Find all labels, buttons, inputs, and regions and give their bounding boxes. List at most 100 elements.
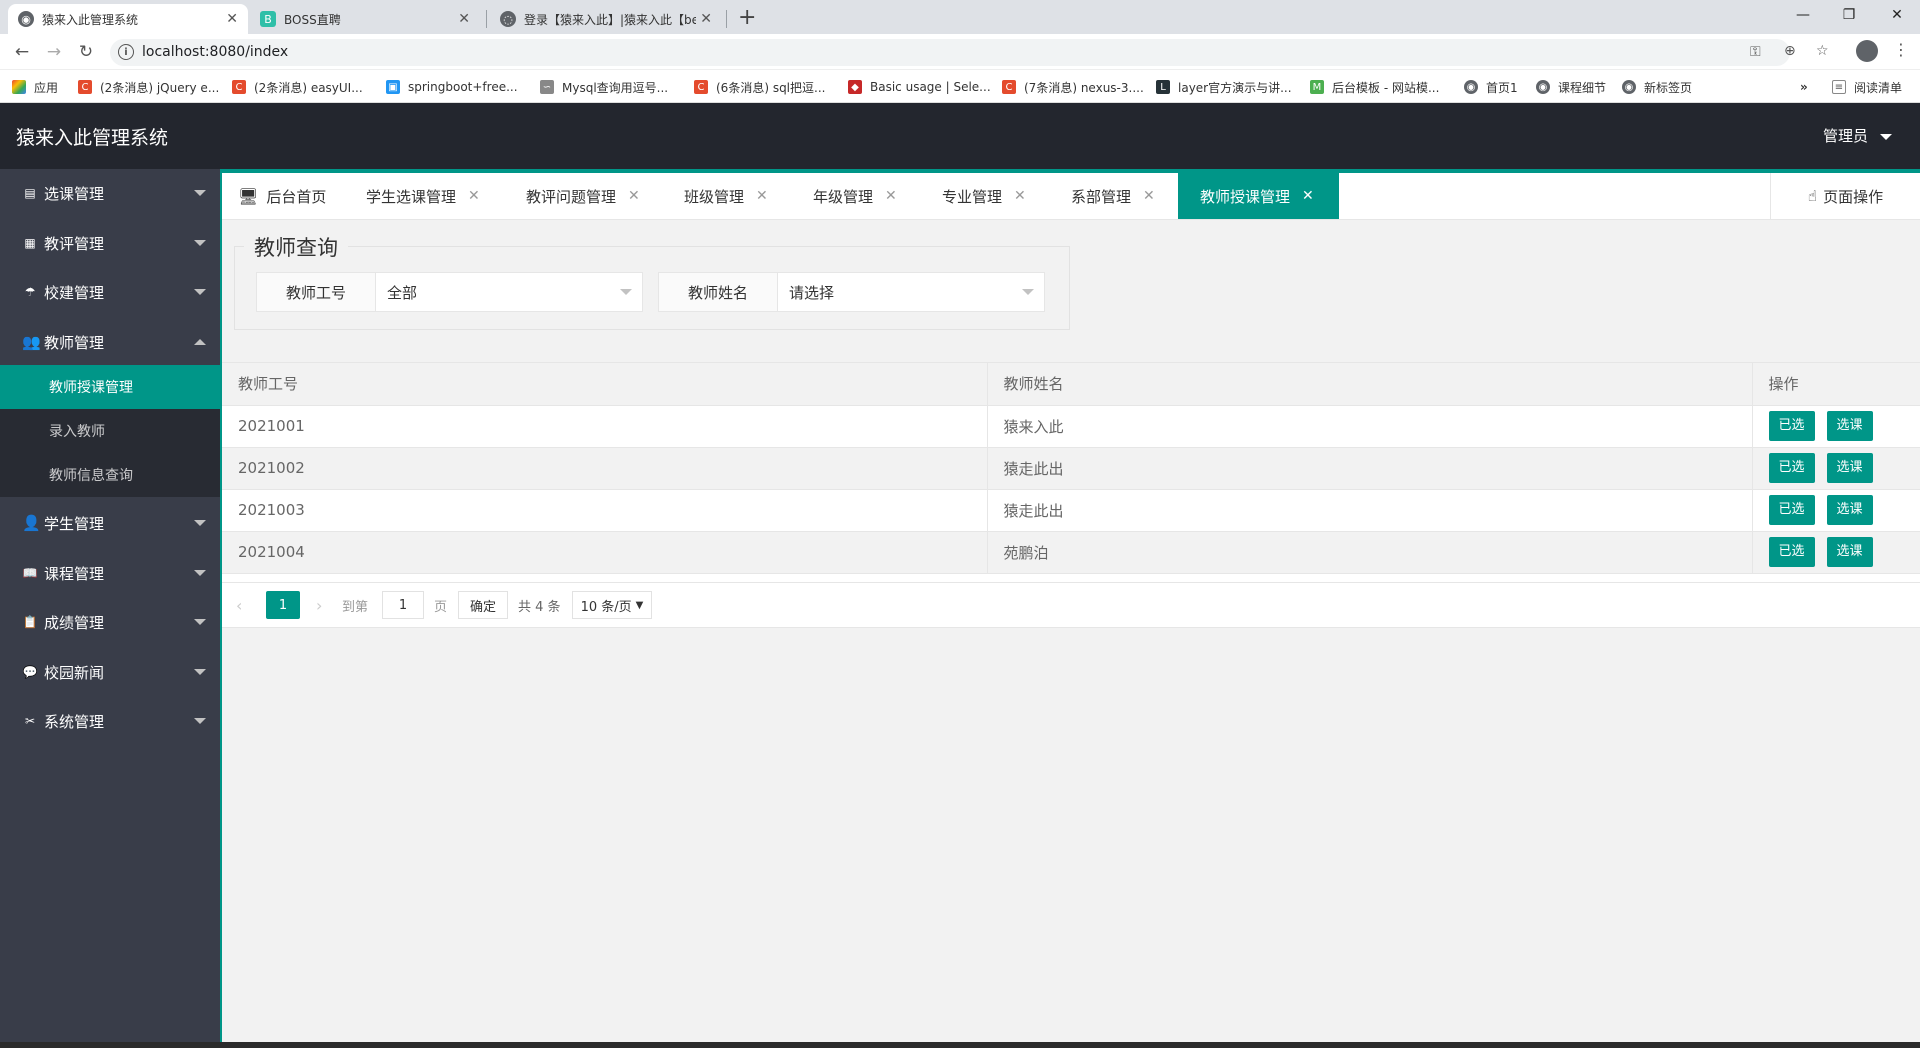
omnibox[interactable]: i localhost:8080/index ⚿ ⊕ xyxy=(110,39,1790,66)
bookmark-item[interactable]: C (2条消息) jQuery e... xyxy=(78,78,219,96)
url-text[interactable]: localhost:8080/index xyxy=(142,44,288,60)
mouse-icon: ◌ xyxy=(500,11,516,27)
selected-button[interactable]: 已选 xyxy=(1768,495,1815,525)
more-bookmarks-icon[interactable]: » xyxy=(1800,78,1808,96)
bookmark-item[interactable]: ◆ Basic usage | Sele... xyxy=(848,78,991,96)
browser-tab-strip: ◉ 猿来入此管理系统 ✕ B BOSS直聘 ✕ ◌ 登录【猿来入此】|猿来入此【… xyxy=(0,0,1920,34)
tab-label: 学生选课管理 xyxy=(366,187,457,206)
bookmark-item[interactable]: ◉ 新标签页 xyxy=(1622,78,1692,96)
cell-teacher-id: 2021003 xyxy=(222,489,987,532)
bookmark-item[interactable]: Llayer官方演示与讲... xyxy=(1156,78,1292,96)
page-operations-button[interactable]: ☝ 页面操作 xyxy=(1770,173,1920,219)
tab-teacher-course[interactable]: 教师授课管理 ✕ xyxy=(1178,173,1339,219)
teacher-name-select[interactable]: 请选择 xyxy=(777,272,1045,312)
teacher-id-select[interactable]: 全部 xyxy=(375,272,643,312)
browser-tab-title: BOSS直聘 xyxy=(284,12,341,27)
tab-grade[interactable]: 年级管理 ✕ xyxy=(813,173,897,219)
browser-tab-3[interactable]: ◌ 登录【猿来入此】|猿来入此【be ✕ xyxy=(490,4,722,34)
close-icon[interactable]: ✕ xyxy=(885,188,897,204)
close-icon[interactable]: ✕ xyxy=(468,188,480,204)
bookmark-apps[interactable]: 应用 xyxy=(12,78,58,96)
restore-icon[interactable]: ❐ xyxy=(1826,0,1872,30)
close-icon[interactable]: ✕ xyxy=(1143,188,1155,204)
back-icon[interactable]: ← xyxy=(10,40,34,64)
tab-class[interactable]: 班级管理 ✕ xyxy=(684,173,768,219)
bookmark-item[interactable]: ◉ 课程细节 xyxy=(1536,78,1606,96)
tab-label: 专业管理 xyxy=(942,187,1003,206)
user-name: 管理员 xyxy=(1822,127,1868,145)
close-icon[interactable]: ✕ xyxy=(1302,188,1314,204)
apps-grid-icon xyxy=(12,80,26,94)
sidebar-item-course-selection[interactable]: ▤ 选课管理 xyxy=(0,169,220,217)
select-course-button[interactable]: 选课 xyxy=(1826,495,1873,525)
close-icon[interactable]: ✕ xyxy=(458,11,470,27)
profile-avatar[interactable] xyxy=(1856,40,1878,62)
select-course-button[interactable]: 选课 xyxy=(1826,537,1873,567)
bookmark-item[interactable]: M 后台模板 - 网站模... xyxy=(1310,78,1439,96)
prev-page-icon[interactable]: ‹ xyxy=(236,591,242,619)
sidebar-item-teaching-eval[interactable]: ▦ 教评管理 xyxy=(0,219,220,267)
bookmark-item[interactable]: ◉ 首页1 xyxy=(1464,78,1518,96)
star-icon[interactable]: ☆ xyxy=(1816,43,1829,59)
sidebar-item-label: 成绩管理 xyxy=(44,613,105,632)
tab-label: 班级管理 xyxy=(684,187,745,206)
new-tab-icon[interactable]: + xyxy=(738,5,756,30)
reload-icon[interactable]: ↻ xyxy=(74,40,98,64)
chevron-down-icon xyxy=(620,289,632,295)
sidebar-item-course-mgmt[interactable]: 📖 课程管理 xyxy=(0,549,220,597)
more-menu-icon[interactable]: ⋮ xyxy=(1893,40,1909,59)
goto-page-input[interactable]: 1 xyxy=(382,591,424,619)
selected-button[interactable]: 已选 xyxy=(1768,411,1815,441)
selected-button[interactable]: 已选 xyxy=(1768,453,1815,483)
tab-department[interactable]: 系部管理 ✕ xyxy=(1071,173,1155,219)
zoom-icon[interactable]: ⊕ xyxy=(1784,43,1796,59)
bookmarks-bar: 应用 C (2条消息) jQuery e... C (2条消息) easyUI...… xyxy=(0,70,1920,103)
sidebar-item-label: 教师管理 xyxy=(44,333,105,352)
close-icon[interactable]: ✕ xyxy=(226,11,238,27)
tab-major[interactable]: 专业管理 ✕ xyxy=(942,173,1026,219)
tab-home[interactable]: 🖥 后台首页 xyxy=(238,173,326,219)
window-close-icon[interactable]: ✕ xyxy=(1874,0,1920,30)
key-icon[interactable]: ⚿ xyxy=(1750,44,1761,60)
bookmark-item[interactable]: ∽ Mysql查询用逗号... xyxy=(540,78,668,96)
bookmark-item[interactable]: C (6条消息) sql把逗... xyxy=(694,78,825,96)
sidebar-subitem-add-teacher[interactable]: 录入教师 xyxy=(0,409,220,453)
page-current[interactable]: 1 xyxy=(266,591,300,619)
bookmark-label: 新标签页 xyxy=(1644,80,1693,95)
user-menu[interactable]: 管理员 xyxy=(1823,125,1892,146)
selected-button[interactable]: 已选 xyxy=(1768,537,1815,567)
select-course-button[interactable]: 选课 xyxy=(1826,411,1873,441)
info-icon[interactable]: i xyxy=(118,44,134,60)
page-size-select[interactable]: 10 条/页 ▼ xyxy=(572,591,652,619)
sidebar-item-system-mgmt[interactable]: ✂ 系统管理 xyxy=(0,697,220,745)
browser-tab-1[interactable]: ◉ 猿来入此管理系统 ✕ xyxy=(8,4,248,34)
sidebar-item-grade-mgmt[interactable]: 📋 成绩管理 xyxy=(0,598,220,646)
close-icon[interactable]: ✕ xyxy=(628,188,640,204)
bookmark-item[interactable]: ▣ springboot+free... xyxy=(386,78,518,96)
tab-eval-question[interactable]: 教评问题管理 ✕ xyxy=(526,173,640,219)
select-course-button[interactable]: 选课 xyxy=(1826,453,1873,483)
goto-confirm-button[interactable]: 确定 xyxy=(458,591,508,619)
minimize-icon[interactable]: — xyxy=(1780,0,1826,30)
bookmark-item[interactable]: C (7条消息) nexus-3.... xyxy=(1002,78,1144,96)
sidebar-item-teacher-mgmt[interactable]: 👥 教师管理 xyxy=(0,318,220,366)
bookmark-label: 应用 xyxy=(34,80,59,95)
bookmark-label: 阅读清单 xyxy=(1854,80,1903,95)
csdn-icon: C xyxy=(1002,80,1016,94)
forward-icon[interactable]: → xyxy=(42,40,66,64)
close-icon[interactable]: ✕ xyxy=(1014,188,1026,204)
sidebar-subitem-teacher-course[interactable]: 教师授课管理 xyxy=(0,365,220,409)
page-op-label: 页面操作 xyxy=(1823,187,1884,206)
chevron-down-icon xyxy=(194,669,206,675)
bookmark-item[interactable]: C (2条消息) easyUI... xyxy=(232,78,363,96)
sidebar-item-campus-news[interactable]: 💬 校园新闻 xyxy=(0,648,220,696)
sidebar-item-student-mgmt[interactable]: 👤 学生管理 xyxy=(0,499,220,547)
browser-tab-2[interactable]: B BOSS直聘 ✕ xyxy=(250,4,480,34)
close-icon[interactable]: ✕ xyxy=(756,188,768,204)
reading-list[interactable]: ≡ 阅读清单 xyxy=(1832,78,1902,96)
tab-student-course[interactable]: 学生选课管理 ✕ xyxy=(366,173,480,219)
sidebar-subitem-teacher-query[interactable]: 教师信息查询 xyxy=(0,453,220,497)
sidebar-item-campus-build[interactable]: ☂ 校建管理 xyxy=(0,268,220,316)
close-icon[interactable]: ✕ xyxy=(700,11,712,27)
next-page-icon[interactable]: › xyxy=(316,591,322,619)
